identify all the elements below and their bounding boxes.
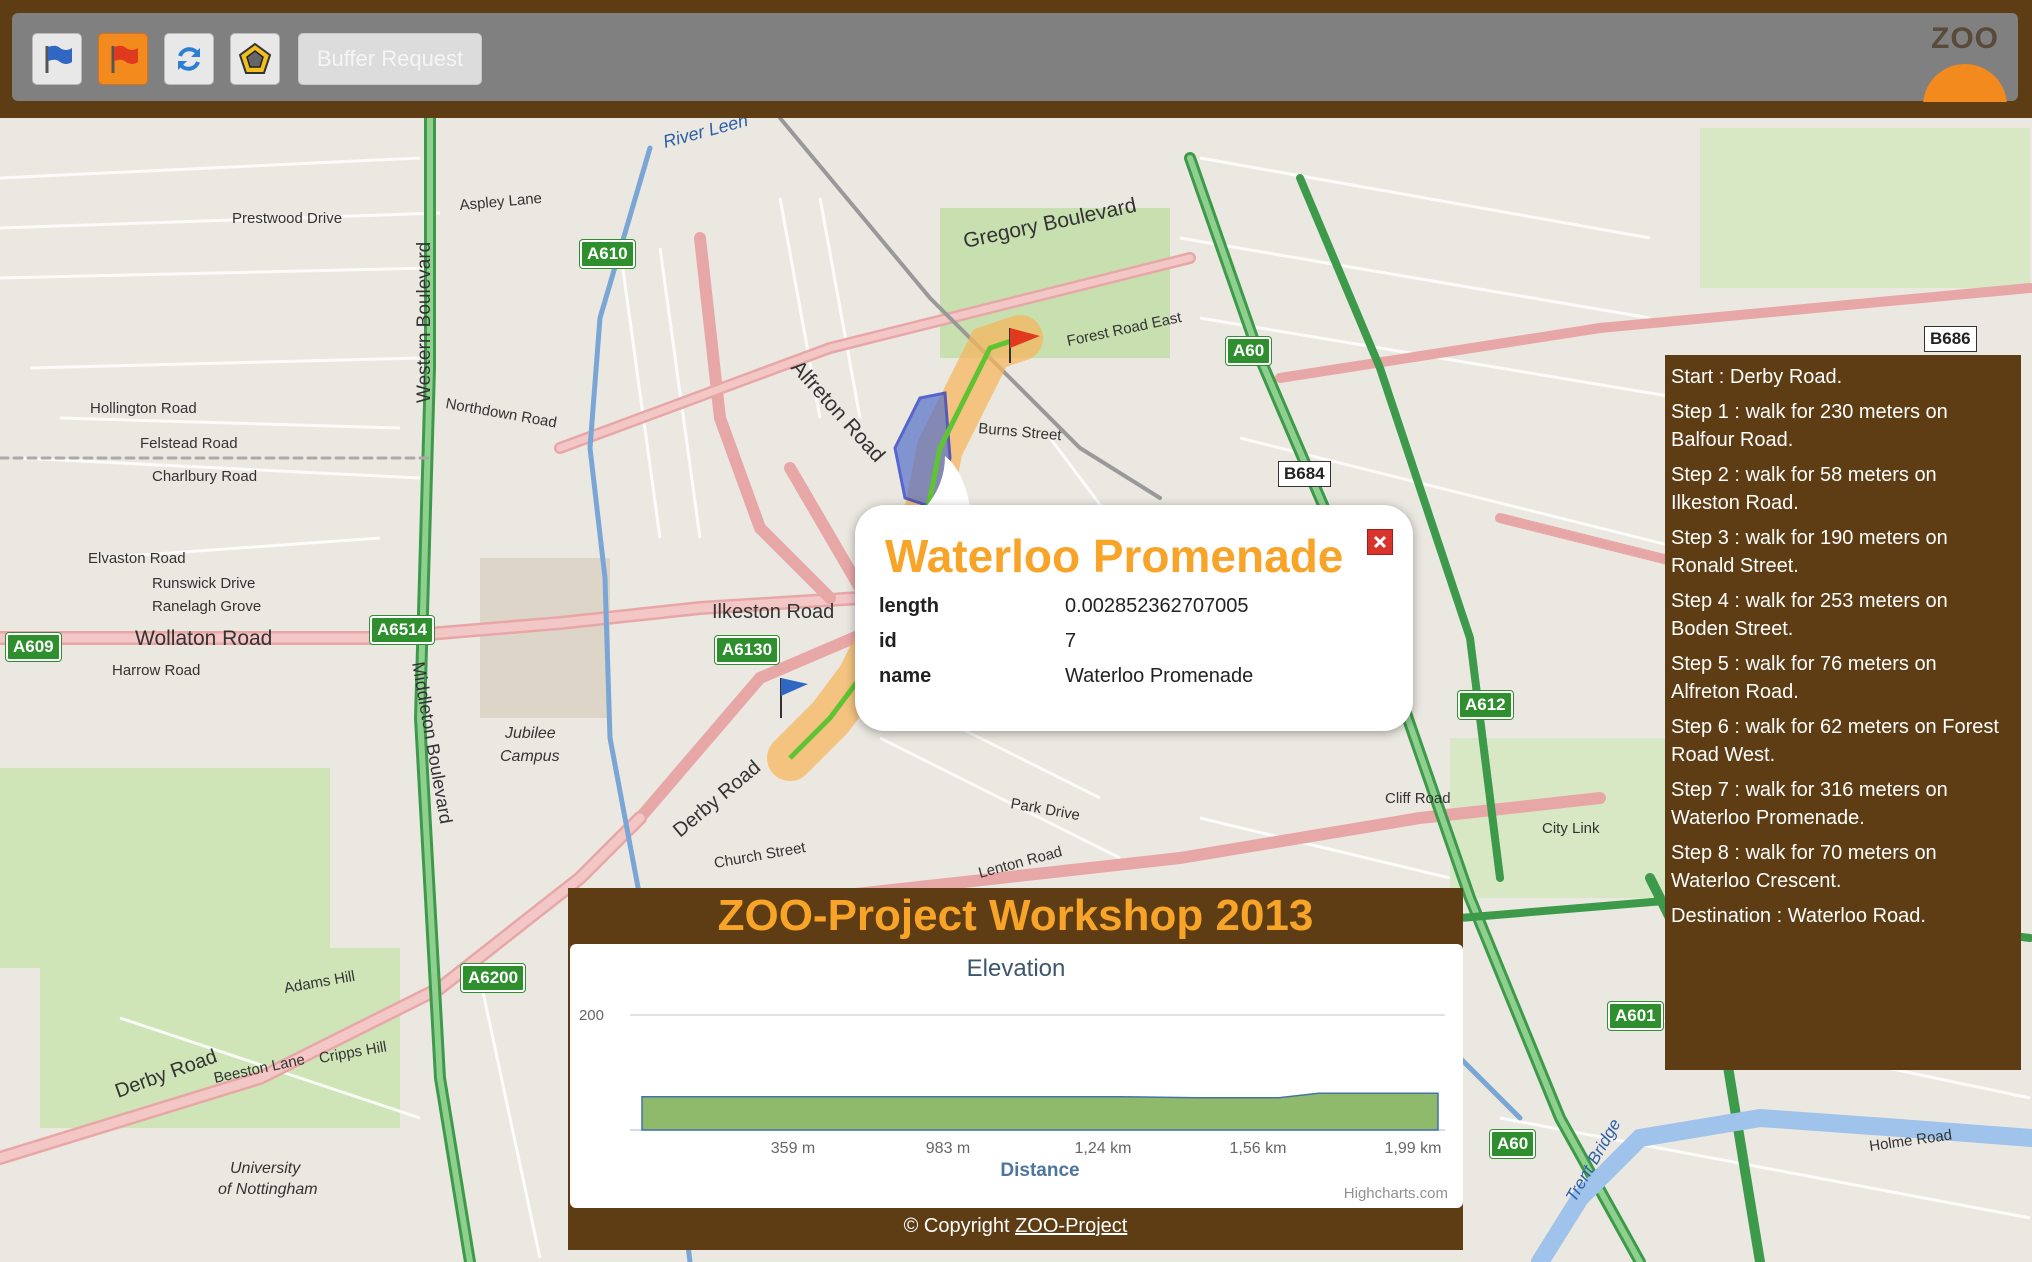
workshop-title: ZOO-Project Workshop 2013 (717, 891, 1314, 940)
logo-sun-shape (1923, 64, 2007, 102)
route-step: Step 5 : walk for 76 meters on Alfreton … (1671, 653, 1937, 703)
map-street-label: City Link (1542, 820, 1600, 837)
top-bar: Buffer Request ZOO (0, 0, 2032, 118)
campus-area (480, 558, 610, 718)
x-tick-label: 1,56 km (1230, 1140, 1287, 1157)
route-step: Step 7 : walk for 316 meters on Waterloo… (1671, 779, 1948, 829)
attribute-key: name (879, 665, 932, 687)
chart-title: Elevation (967, 955, 1066, 982)
destination-flag-button[interactable] (98, 33, 148, 85)
pentagon-icon (238, 42, 272, 74)
red-flag-icon (111, 45, 138, 73)
popup-tail (921, 456, 971, 512)
popup-close-button[interactable] (1367, 529, 1393, 555)
map-street-label: Harrow Road (112, 662, 200, 679)
chart-credit[interactable]: Highcharts.com (1344, 1185, 1448, 1202)
polygon-button[interactable] (230, 33, 280, 85)
map-street-label: of Nottingham (218, 1181, 318, 1198)
y-tick-label: 200 (579, 1007, 604, 1024)
road-shield: A60 (1226, 337, 1272, 365)
road-shield: B684 (1278, 461, 1331, 487)
road-shield: A609 (6, 633, 61, 661)
route-step: Step 8 : walk for 70 meters on Waterloo … (1671, 842, 1937, 892)
park-area (1700, 128, 2030, 288)
attribute-value: Waterloo Promenade (1065, 665, 1254, 687)
x-axis-label: Distance (1000, 1160, 1079, 1181)
x-tick-label: 1,99 km (1385, 1140, 1442, 1157)
map-street-label: University (230, 1160, 301, 1177)
route-step: Step 2 : walk for 58 meters on Ilkeston … (1671, 464, 1937, 514)
logo-text: ZOO (1931, 22, 1999, 55)
start-flag-button[interactable] (32, 33, 82, 85)
elevation-chart-svg: Elevation 200 359 m 983 m 1,24 km 1,56 km 1,… (579, 955, 1448, 1202)
route-step: Step 6 : walk for 62 meters on Forest Ro… (1671, 716, 1999, 766)
popup-title: Waterloo Promenade (885, 530, 1344, 582)
elevation-chart: Elevation 200 359 m 983 m 1,24 km 1,56 km 1,… (570, 944, 1463, 1208)
route-step: Start : Derby Road. (1671, 366, 1843, 388)
attribute-key: id (879, 630, 897, 652)
route-steps-panel: Start : Derby Road. Step 1 : walk for 23… (1665, 355, 2021, 1070)
route-step: Step 1 : walk for 230 meters on Balfour … (1671, 401, 1948, 451)
x-tick-label: 983 m (926, 1140, 970, 1157)
map-street-label: Wollaton Road (135, 627, 272, 650)
route-step: Step 3 : walk for 190 meters on Ronald S… (1671, 527, 1948, 577)
map-street-label: Ilkeston Road (712, 601, 834, 623)
table-row: id 7 (879, 624, 1253, 659)
attribute-key: length (879, 595, 939, 617)
map-street-label: Ranelagh Grove (152, 598, 261, 615)
table-row: length 0.002852362707005 (879, 589, 1253, 624)
map-street-label: Charlbury Road (152, 468, 257, 485)
buffer-request-button[interactable]: Buffer Request (298, 33, 482, 85)
map-street-label: Elvaston Road (88, 550, 186, 567)
road-shield: A601 (1608, 1002, 1663, 1030)
map-street-label: Prestwood Drive (232, 210, 342, 227)
road-shield: B686 (1924, 326, 1977, 352)
map-street-label: Felstead Road (140, 435, 238, 452)
road-shield: A6130 (715, 636, 780, 664)
refresh-button[interactable] (164, 33, 214, 85)
attribute-value: 0.002852362707005 (1065, 595, 1249, 617)
x-tick-label: 1,24 km (1075, 1140, 1132, 1157)
x-tick-label: 359 m (771, 1140, 815, 1157)
toolbar: Buffer Request (12, 13, 2018, 101)
close-icon (1373, 535, 1387, 549)
road-shield: A6200 (461, 964, 526, 992)
map-street-label: Runswick Drive (152, 575, 255, 592)
zoo-project-link[interactable]: ZOO-Project (1015, 1215, 1127, 1237)
road-shield: A612 (1458, 691, 1513, 719)
elevation-area (641, 1092, 1439, 1131)
table-row: name Waterloo Promenade (879, 659, 1253, 694)
road-shield: A6514 (370, 616, 435, 644)
map-street-label: Hollington Road (90, 400, 197, 417)
copyright-text: © Copyright (903, 1215, 1016, 1237)
road-shield: A610 (580, 240, 635, 268)
park-area (0, 768, 330, 968)
route-step: Step 4 : walk for 253 meters on Boden St… (1671, 590, 1948, 640)
copyright-footer: © Copyright ZOO-Project (568, 1208, 1463, 1244)
workshop-panel: ZOO-Project Workshop 2013 Elevation 200 … (568, 888, 1463, 1250)
blue-flag-icon (45, 45, 72, 73)
map-street-label: Campus (500, 748, 560, 765)
map-street-label: Jubilee (504, 725, 556, 742)
attribute-value: 7 (1065, 630, 1077, 652)
road-shield: A60 (1490, 1130, 1536, 1158)
map-street-label: Western Boulevard (414, 242, 435, 403)
feature-popup: Waterloo Promenade length 0.002852362707… (855, 505, 1413, 731)
zoo-logo: ZOO (1920, 22, 2010, 102)
popup-attributes-table: length 0.002852362707005 id 7 name Water… (879, 589, 1253, 694)
route-step: Destination : Waterloo Road. (1671, 905, 1926, 927)
refresh-icon (178, 47, 200, 71)
map-street-label: Cliff Road (1385, 790, 1451, 807)
